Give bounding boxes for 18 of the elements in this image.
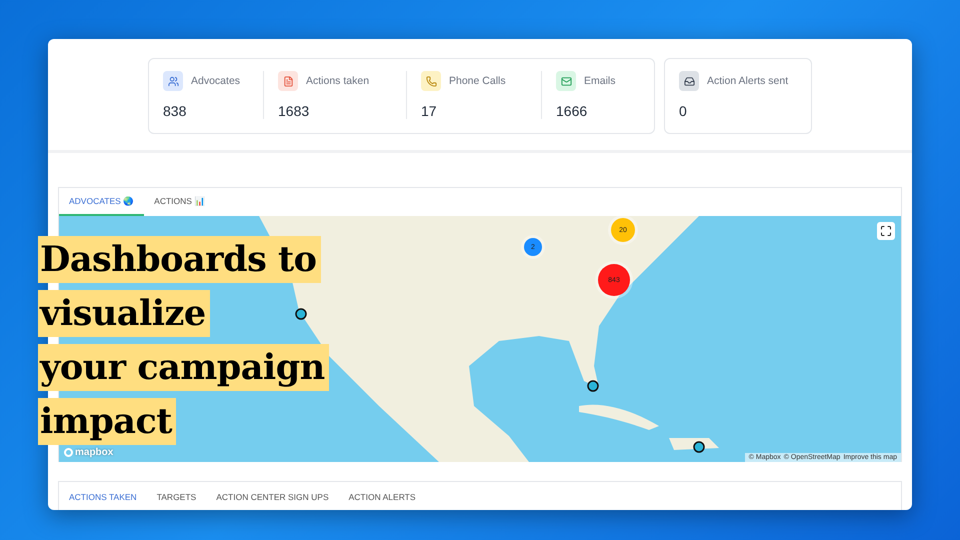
map-logo: mapbox — [64, 447, 114, 458]
expand-icon — [880, 225, 892, 237]
fullscreen-button[interactable] — [877, 222, 895, 240]
tab[interactable]: ACTION CENTER SIGN UPS — [206, 482, 339, 508]
tab[interactable]: ACTIONS TAKEN — [59, 482, 147, 508]
tab[interactable]: ACTION ALERTS — [338, 482, 426, 508]
stat-value: 0 — [679, 103, 688, 119]
stat-label: Actions taken — [306, 75, 370, 87]
stat-value: 17 — [421, 103, 438, 119]
tab[interactable]: TARGETS — [146, 482, 206, 508]
stat-label: Phone Calls — [449, 75, 506, 87]
stat-label: Advocates — [191, 75, 240, 87]
stat-value: 1666 — [556, 103, 588, 119]
stat-value: 1683 — [278, 103, 310, 119]
stat-value: 838 — [163, 103, 188, 119]
stat-label: Emails — [584, 75, 616, 87]
tab[interactable]: ACTIONS 📊 — [144, 188, 216, 216]
stat-label: Action Alerts sent — [707, 75, 788, 87]
